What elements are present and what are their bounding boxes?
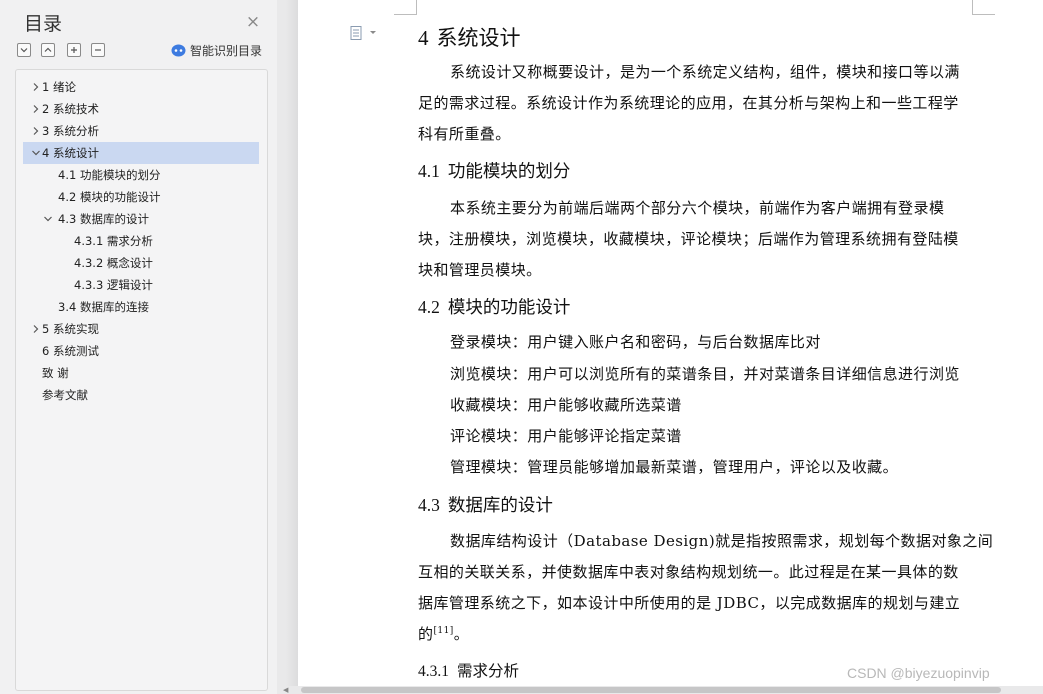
chevron-right-icon[interactable] (31, 82, 41, 92)
toc-item[interactable]: 4 系统设计 (23, 142, 259, 164)
margin-corner-right (972, 0, 995, 15)
heading-text: 数据库的设计 (447, 496, 553, 516)
toc-item-label: 4.3 数据库的设计 (58, 212, 149, 226)
heading-4-1: 4.1 功能模块的划分 (418, 158, 570, 183)
paragraph-text: 。 (453, 625, 470, 643)
chevron-right-icon[interactable] (31, 104, 41, 114)
toc-item-label: 3 系统分析 (42, 124, 99, 138)
navigation-pane: 目录 × 智能识别目录 1 绪论 2 系统技术 3 系统分析 4 系统设计 4.1 功能… (0, 0, 277, 694)
toc-item-label: 5 系统实现 (42, 322, 99, 336)
paragraph-line: 数据库结构设计（Database Design)就是指按照需求，规划每个数据对象… (450, 532, 994, 550)
close-icon[interactable]: × (243, 12, 263, 32)
toc-item[interactable]: 4.1 功能模块的划分 (23, 164, 259, 186)
toc-item-label: 2 系统技术 (42, 102, 99, 116)
heading-text: 模块的功能设计 (447, 298, 571, 318)
toc-item[interactable]: 3 系统分析 (23, 120, 259, 142)
smart-toc-button[interactable]: 智能识别目录 (171, 42, 262, 60)
nav-pane-title: 目录 (24, 13, 63, 35)
module-line: 收藏模块：用户能够收藏所选菜谱 (450, 396, 682, 414)
toc-item[interactable]: 5 系统实现 (23, 318, 259, 340)
heading-4-3-1: 4.3.1 需求分析 (418, 659, 519, 681)
heading-4: 4 系统设计 (418, 22, 521, 52)
toc-item-label: 6 系统测试 (42, 344, 99, 358)
paragraph-layout-icon[interactable] (350, 26, 378, 40)
heading-number: 4.3.1 (418, 663, 449, 680)
toc-list: 1 绪论 2 系统技术 3 系统分析 4 系统设计 4.1 功能模块的划分 4.2 模块的… (15, 69, 268, 691)
toc-item-label: 参考文献 (42, 388, 88, 402)
toc-item[interactable]: 参考文献 (23, 384, 259, 406)
paragraph-text: 的 (418, 625, 434, 643)
horizontal-scrollbar[interactable]: ◀ (277, 686, 1043, 694)
paragraph-line: 本系统主要分为前端后端两个部分六个模块，前端作为客户端拥有登录模 (450, 199, 945, 217)
scrollbar-thumb[interactable] (301, 687, 1001, 693)
paragraph-line: 的[11]。 (418, 623, 469, 644)
expand-all-icon[interactable] (17, 43, 31, 57)
page-shadow (286, 0, 298, 694)
paragraph-line: 科有所重叠。 (418, 125, 511, 143)
toc-item-label: 4.2 模块的功能设计 (58, 190, 161, 204)
module-line: 浏览模块：用户可以浏览所有的菜谱条目，并对菜谱条目详细信息进行浏览 (450, 365, 960, 383)
heading-4-3: 4.3 数据库的设计 (418, 492, 553, 517)
chevron-right-icon[interactable] (31, 126, 41, 136)
toc-item[interactable]: 2 系统技术 (23, 98, 259, 120)
heading-4-2: 4.2 模块的功能设计 (418, 294, 570, 319)
toc-item-label: 4.3.2 概念设计 (74, 256, 153, 270)
remove-level-icon[interactable] (91, 43, 105, 57)
chevron-down-icon[interactable] (31, 148, 41, 158)
heading-number: 4.1 (418, 161, 440, 181)
toc-item[interactable]: 4.3 数据库的设计 (23, 208, 259, 230)
paragraph-line: 块和管理员模块。 (418, 261, 542, 279)
module-line: 管理模块：管理员能够增加最新菜谱，管理用户，评论以及收藏。 (450, 458, 899, 476)
heading-number: 4.2 (418, 297, 440, 317)
paragraph-line: 系统设计又称概要设计，是为一个系统定义结构，组件，模块和接口等以满 (450, 63, 960, 81)
toc-item[interactable]: 4.3.3 逻辑设计 (23, 274, 259, 296)
document-page[interactable]: 4 系统设计 系统设计又称概要设计，是为一个系统定义结构，组件，模块和接口等以满 … (298, 0, 1043, 694)
toc-item-label: 4 系统设计 (42, 146, 99, 160)
module-line: 登录模块：用户键入账户名和密码，与后台数据库比对 (450, 333, 821, 351)
margin-corner-left (394, 0, 417, 15)
toc-item[interactable]: 1 绪论 (23, 76, 259, 98)
citation-ref[interactable]: [11] (433, 626, 453, 636)
chevron-down-icon[interactable] (43, 214, 53, 224)
toc-item[interactable]: 4.3.2 概念设计 (23, 252, 259, 274)
chevron-right-icon[interactable] (31, 324, 41, 334)
paragraph-line: 互相的关联关系，并使数据库中表对象结构规划统一。此过程是在某一具体的数 (418, 563, 959, 581)
heading-text: 功能模块的划分 (447, 162, 571, 182)
smart-toc-label: 智能识别目录 (190, 44, 263, 58)
paragraph-line: 块，注册模块，浏览模块，收藏模块，评论模块；后端作为管理系统拥有登陆模 (418, 230, 959, 248)
toc-item[interactable]: 4.2 模块的功能设计 (23, 186, 259, 208)
toc-item-label: 4.1 功能模块的划分 (58, 168, 161, 182)
toc-item[interactable]: 3.4 数据库的连接 (23, 296, 259, 318)
heading-text: 需求分析 (457, 662, 520, 680)
paragraph-line: 足的需求过程。系统设计作为系统理论的应用，在其分析与架构上和一些工程学 (418, 94, 959, 112)
watermark: CSDN @biyezuopinvip (847, 665, 990, 681)
heading-number: 4.3 (418, 495, 440, 515)
toc-item[interactable]: 6 系统测试 (23, 340, 259, 362)
toc-item-label: 致 谢 (42, 366, 69, 380)
ai-icon (171, 44, 186, 57)
toc-item-label: 3.4 数据库的连接 (58, 300, 149, 314)
module-line: 评论模块：用户能够评论指定菜谱 (450, 427, 682, 445)
heading-text: 系统设计 (436, 26, 521, 50)
add-level-icon[interactable] (67, 43, 81, 57)
toc-item-label: 1 绪论 (42, 80, 76, 94)
toc-item-label: 4.3.3 逻辑设计 (74, 278, 153, 292)
collapse-all-icon[interactable] (41, 43, 55, 57)
scroll-left-icon[interactable]: ◀ (283, 686, 291, 694)
toc-item-label: 4.3.1 需求分析 (74, 234, 153, 248)
toc-item[interactable]: 致 谢 (23, 362, 259, 384)
paragraph-line: 据库管理系统之下，如本设计中所使用的是 JDBC，以完成数据库的规划与建立 (418, 594, 961, 612)
toc-item[interactable]: 4.3.1 需求分析 (23, 230, 259, 252)
heading-number: 4 (418, 26, 429, 50)
